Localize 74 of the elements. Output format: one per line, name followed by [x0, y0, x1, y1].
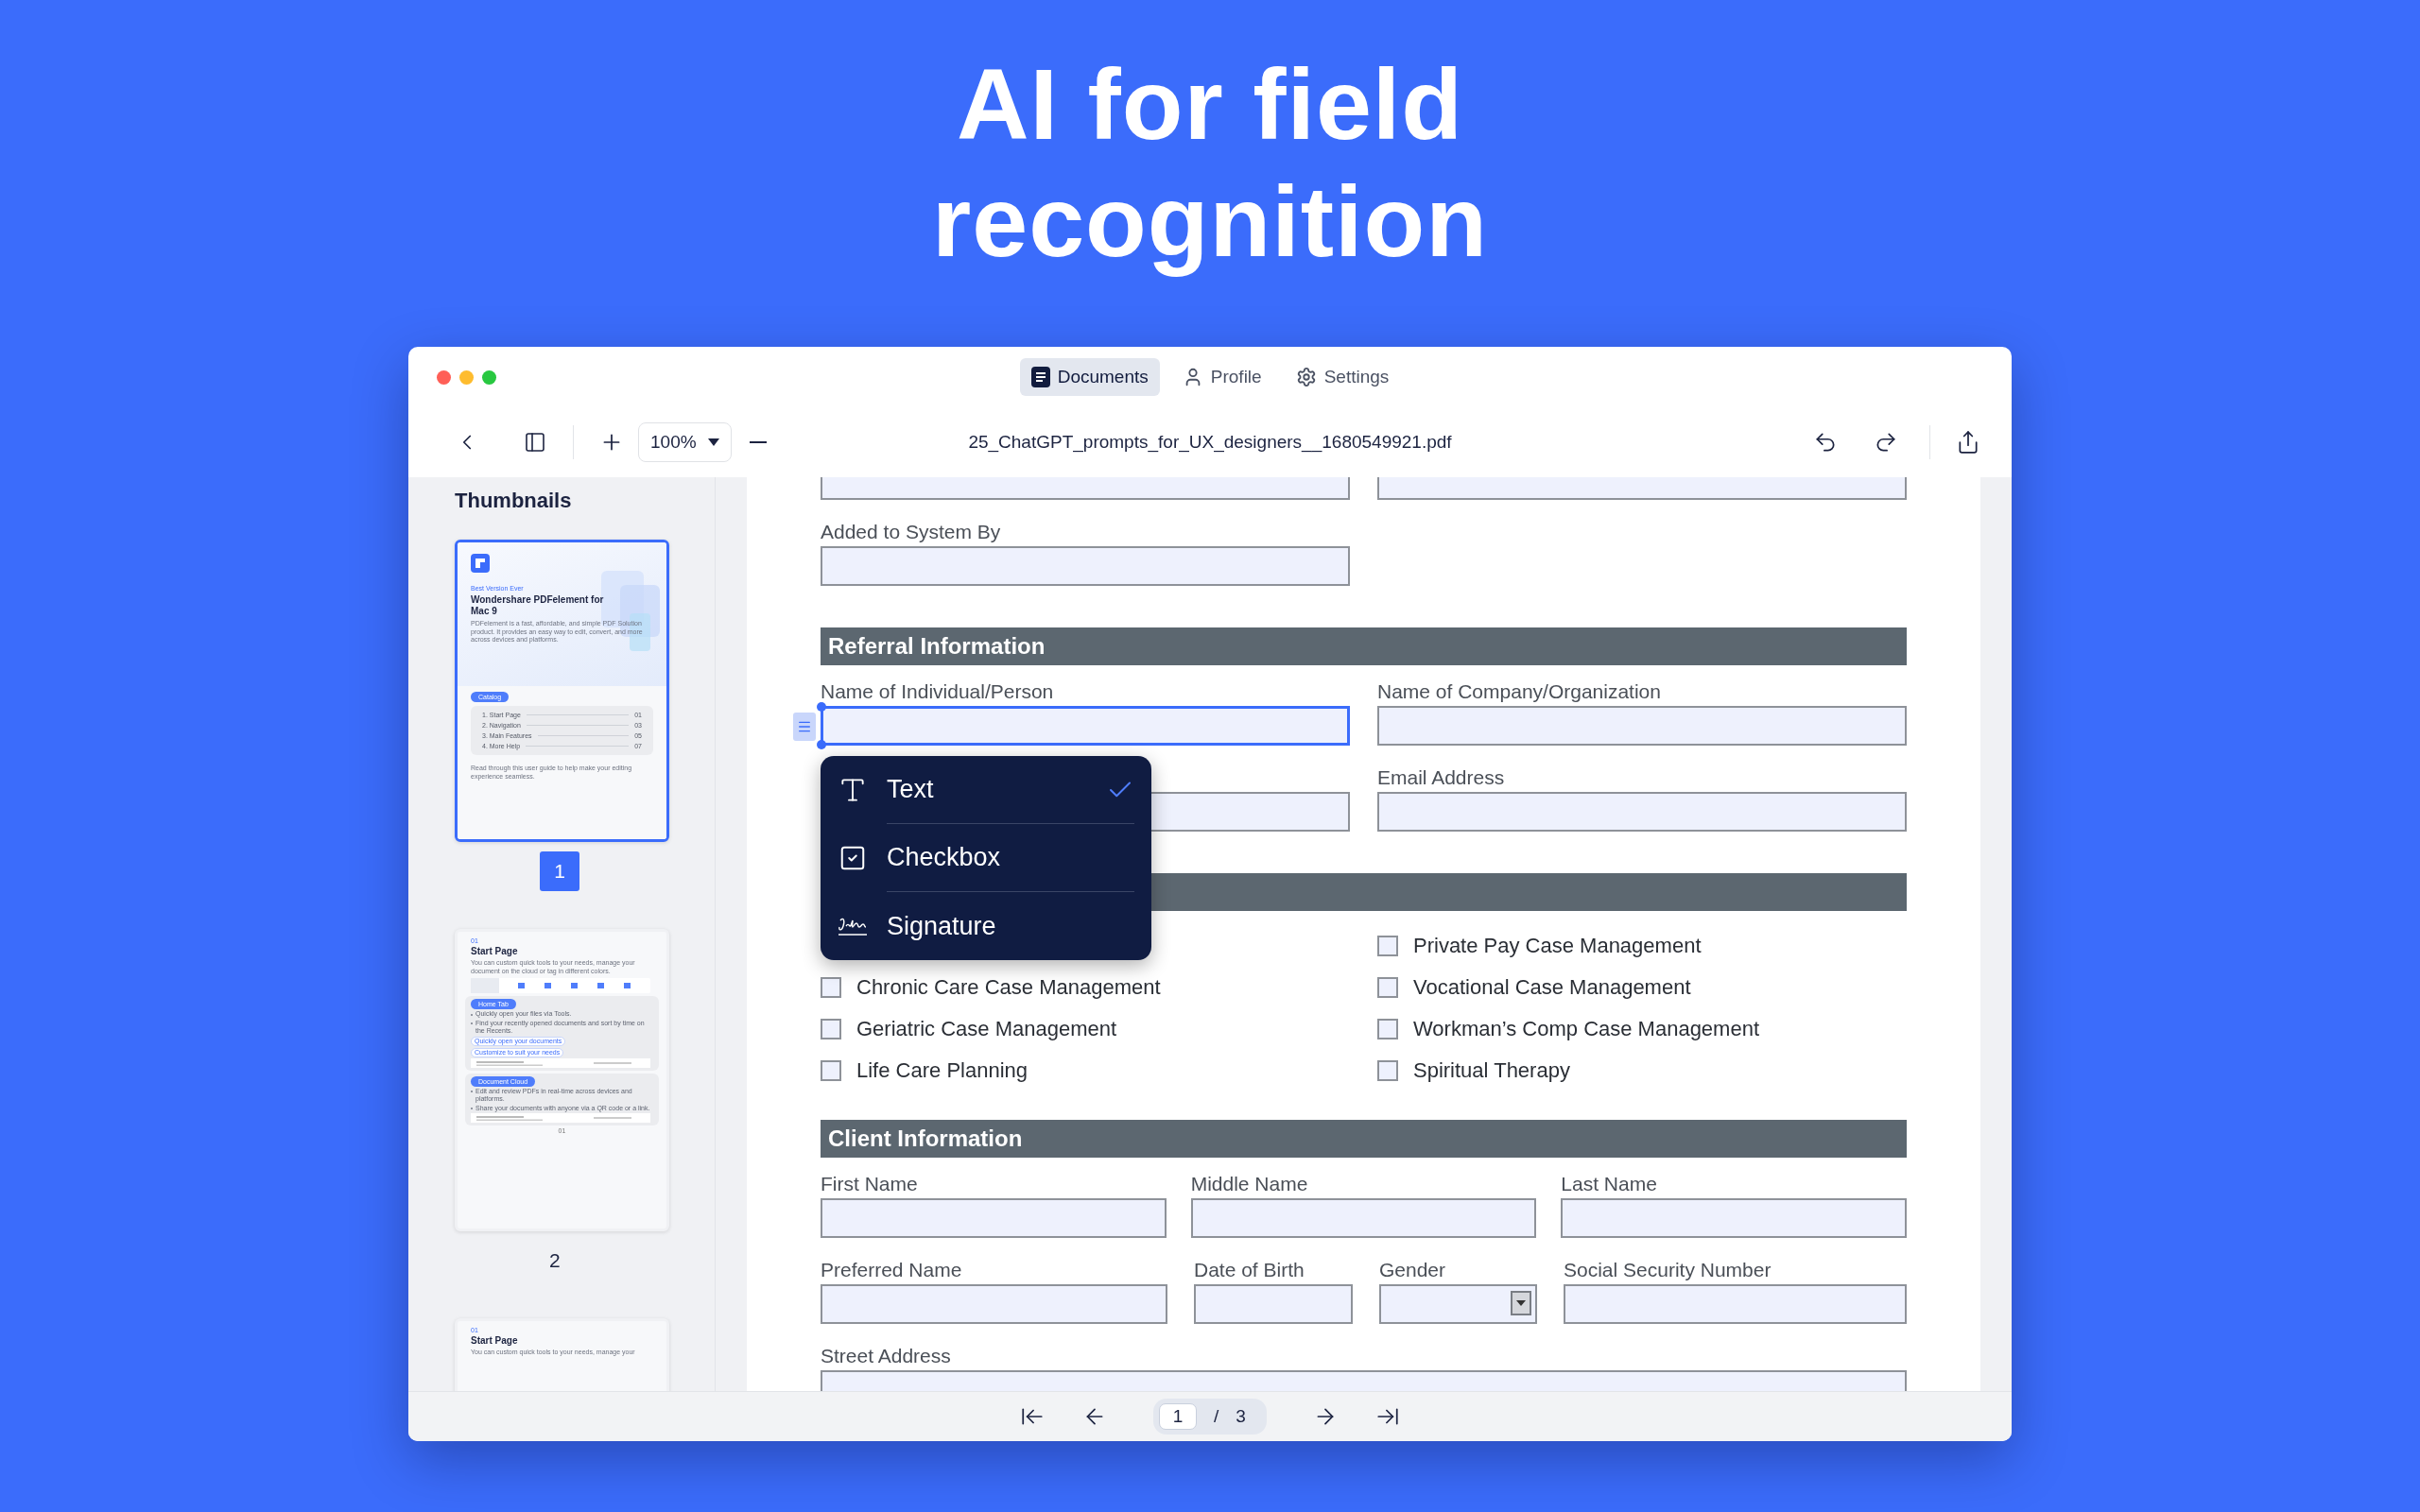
minus-icon	[749, 440, 767, 443]
checkbox[interactable]	[1377, 1060, 1398, 1081]
checkbox-label: Chronic Care Case Management	[856, 975, 1161, 1000]
menu-item[interactable]: Signature	[887, 892, 1134, 960]
checkbox-label: Workman’s Comp Case Management	[1413, 1017, 1759, 1041]
checkbox-label: Spiritual Therapy	[1413, 1058, 1570, 1083]
text-field[interactable]	[1379, 1284, 1537, 1324]
nav-tab[interactable]: Profile	[1170, 357, 1273, 396]
field-label: Added to System By	[821, 521, 1002, 543]
page-input[interactable]: 1	[1159, 1403, 1198, 1430]
text-field[interactable]	[1377, 792, 1907, 832]
menu-item[interactable]: Text	[887, 756, 1134, 824]
field-label: First Name	[821, 1173, 919, 1195]
headline: AI for field recognition	[930, 47, 1490, 279]
text-field[interactable]	[1190, 1198, 1537, 1238]
resize-handle[interactable]	[817, 740, 826, 749]
text-field[interactable]	[1194, 1284, 1353, 1324]
field-label: Email Address	[1377, 766, 1506, 789]
field-label: Middle Name	[1190, 1173, 1309, 1195]
cover-title: Wondershare PDFelement for Mac 9	[471, 594, 605, 617]
menu-item[interactable]: Checkbox	[887, 824, 1134, 892]
dropdown-button[interactable]	[1511, 1291, 1531, 1315]
nav-tab[interactable]: Settings	[1284, 357, 1401, 396]
field-label: Preferred Name	[821, 1259, 963, 1281]
checkbox-icon	[838, 844, 867, 872]
logo-icon	[471, 554, 490, 573]
close-button[interactable]	[437, 370, 451, 385]
text-field[interactable]	[1561, 1198, 1907, 1238]
resize-handle[interactable]	[817, 702, 826, 712]
checkbox-label: Geriatric Case Management	[856, 1017, 1117, 1041]
page-separator: /	[1214, 1406, 1219, 1427]
page-number: 2	[549, 1248, 561, 1273]
zoom-dropdown[interactable]: 100%	[638, 421, 732, 462]
field-label: Gender	[1379, 1259, 1447, 1281]
field-label: Name of Company/Organization	[1377, 680, 1662, 703]
nav-tab[interactable]: Documents	[1019, 357, 1160, 396]
caret-icon	[707, 438, 719, 446]
section-title: Client Information	[828, 1125, 1023, 1152]
text-field[interactable]	[1564, 1284, 1907, 1324]
text-field[interactable]	[821, 1198, 1167, 1238]
caret-icon	[1516, 1300, 1526, 1306]
share-icon	[1956, 429, 1980, 455]
checkbox[interactable]	[1377, 1019, 1398, 1040]
text-field[interactable]	[1377, 706, 1907, 746]
page-total: 3	[1236, 1406, 1246, 1427]
section-name: Start Page	[471, 946, 519, 956]
settings-icon	[1295, 366, 1317, 387]
field-label: Last Name	[1561, 1173, 1658, 1195]
checkbox[interactable]	[821, 1019, 841, 1040]
text-field[interactable]	[821, 1284, 1167, 1324]
file-name: 25_ChatGPT_prompts_for_UX_designers__1680549921.pdf	[968, 431, 1452, 453]
section-name: Start Page	[471, 1335, 519, 1346]
minimize-button[interactable]	[459, 370, 474, 385]
checkbox-label: Life Care Planning	[856, 1058, 1028, 1083]
field-label: Street Address	[821, 1345, 952, 1367]
text-field[interactable]	[821, 546, 1350, 586]
page-number: 1	[540, 851, 579, 891]
menu-icon	[797, 719, 812, 734]
sidebar-icon	[524, 430, 546, 454]
section-title: Referral Information	[828, 633, 1046, 660]
field-label: Name of Individual/Person	[821, 680, 1055, 703]
field-label: Date of Birth	[1194, 1259, 1305, 1281]
zoom-button[interactable]	[482, 370, 496, 385]
page-thumbnail[interactable]	[455, 540, 669, 842]
field-handle[interactable]	[793, 713, 816, 741]
field-label: Social Security Number	[1564, 1259, 1772, 1281]
checkbox[interactable]	[1377, 977, 1398, 998]
checkbox[interactable]	[821, 977, 841, 998]
checkbox[interactable]	[1377, 936, 1398, 956]
checkbox[interactable]	[821, 1060, 841, 1081]
checkbox-label: Private Pay Case Management	[1413, 934, 1702, 958]
checkbox-label: Vocational Case Management	[1413, 975, 1691, 1000]
document-icon	[1030, 366, 1050, 387]
sidebar-title: Thumbnails	[455, 489, 573, 513]
